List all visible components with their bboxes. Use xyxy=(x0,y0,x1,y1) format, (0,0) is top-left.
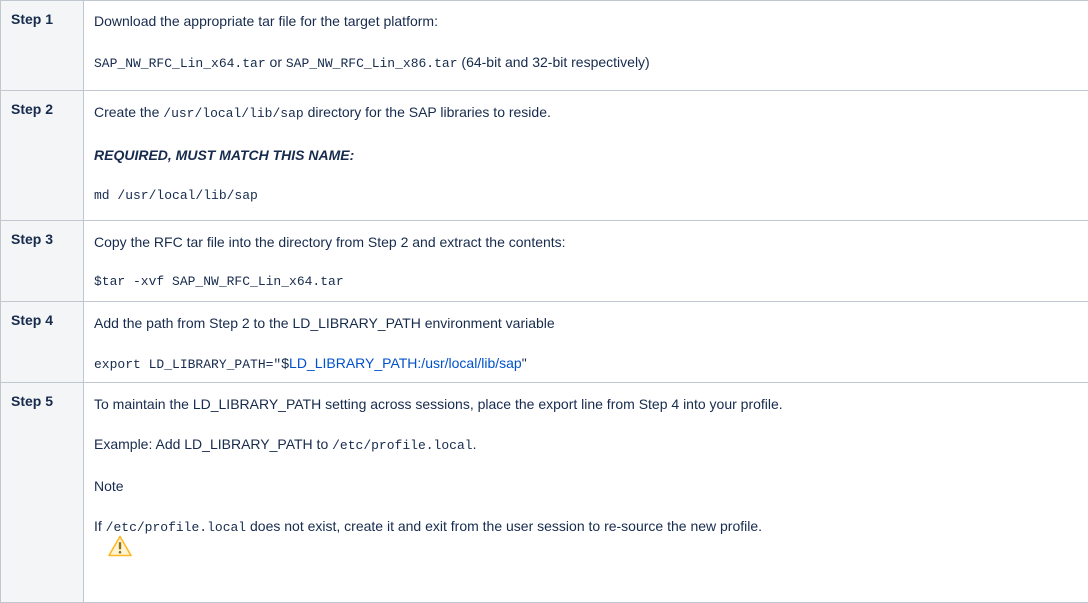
step-row-3: Step 3 Copy the RFC tar file into the di… xyxy=(1,221,1088,302)
note-pre: If xyxy=(94,518,106,534)
command-dollar: $ xyxy=(281,355,289,371)
or-text: or xyxy=(266,54,286,70)
example-pre: Example: Add LD_LIBRARY_PATH to xyxy=(94,436,332,452)
example-post: . xyxy=(473,436,477,452)
library-path-link[interactable]: LD_LIBRARY_PATH:/usr/local/lib/sap xyxy=(289,355,522,371)
step-text-pre: Create the xyxy=(94,104,163,120)
step-text: Download the appropriate tar file for th… xyxy=(94,11,1088,31)
command-text: md /usr/local/lib/sap xyxy=(94,186,1088,206)
step-text: To maintain the LD_LIBRARY_PATH setting … xyxy=(94,394,1088,414)
step-row-4: Step 4 Add the path from Step 2 to the L… xyxy=(1,302,1088,383)
example-text: Example: Add LD_LIBRARY_PATH to /etc/pro… xyxy=(94,434,1088,456)
step-row-5: Step 5 To maintain the LD_LIBRARY_PATH s… xyxy=(1,383,1088,603)
note-title: Note xyxy=(94,476,1088,496)
directory-path: /usr/local/lib/sap xyxy=(163,106,303,121)
files-note: (64-bit and 32-bit respectively) xyxy=(458,54,650,70)
note-post: does not exist, create it and exit from … xyxy=(246,518,762,534)
warning-icon xyxy=(108,535,132,557)
step-content: Copy the RFC tar file into the directory… xyxy=(84,221,1088,302)
required-notice: REQUIRED, MUST MATCH THIS NAME: xyxy=(94,145,1088,165)
note-text: If /etc/profile.local does not exist, cr… xyxy=(94,516,1088,538)
step-files: SAP_NW_RFC_Lin_x64.tar or SAP_NW_RFC_Lin… xyxy=(94,52,1088,74)
step-label: Step 5 xyxy=(1,383,84,603)
step-text: Add the path from Step 2 to the LD_LIBRA… xyxy=(94,313,1088,333)
step-text: Copy the RFC tar file into the directory… xyxy=(94,232,1088,252)
step-content: Add the path from Step 2 to the LD_LIBRA… xyxy=(84,302,1088,383)
file-name-x64: SAP_NW_RFC_Lin_x64.tar xyxy=(94,56,266,71)
step-label: Step 4 xyxy=(1,302,84,383)
step-content: Download the appropriate tar file for th… xyxy=(84,1,1088,91)
command-prefix: export LD_LIBRARY_PATH=" xyxy=(94,357,281,372)
step-row-2: Step 2 Create the /usr/local/lib/sap dir… xyxy=(1,91,1088,221)
step-text-post: directory for the SAP libraries to resid… xyxy=(304,104,551,120)
step-row-1: Step 1 Download the appropriate tar file… xyxy=(1,1,1088,91)
step-content: To maintain the LD_LIBRARY_PATH setting … xyxy=(84,383,1088,603)
command-text: $tar -xvf SAP_NW_RFC_Lin_x64.tar xyxy=(94,272,1088,292)
step-label: Step 3 xyxy=(1,221,84,302)
file-name-x86: SAP_NW_RFC_Lin_x86.tar xyxy=(286,56,458,71)
command-quote: " xyxy=(522,355,527,371)
steps-table: Step 1 Download the appropriate tar file… xyxy=(0,0,1088,603)
profile-path: /etc/profile.local xyxy=(106,520,246,535)
profile-path: /etc/profile.local xyxy=(332,438,472,453)
step-content: Create the /usr/local/lib/sap directory … xyxy=(84,91,1088,221)
step-label: Step 1 xyxy=(1,1,84,91)
step-label: Step 2 xyxy=(1,91,84,221)
step-text: Create the /usr/local/lib/sap directory … xyxy=(94,102,1088,124)
export-command: export LD_LIBRARY_PATH="$LD_LIBRARY_PATH… xyxy=(94,353,1088,375)
